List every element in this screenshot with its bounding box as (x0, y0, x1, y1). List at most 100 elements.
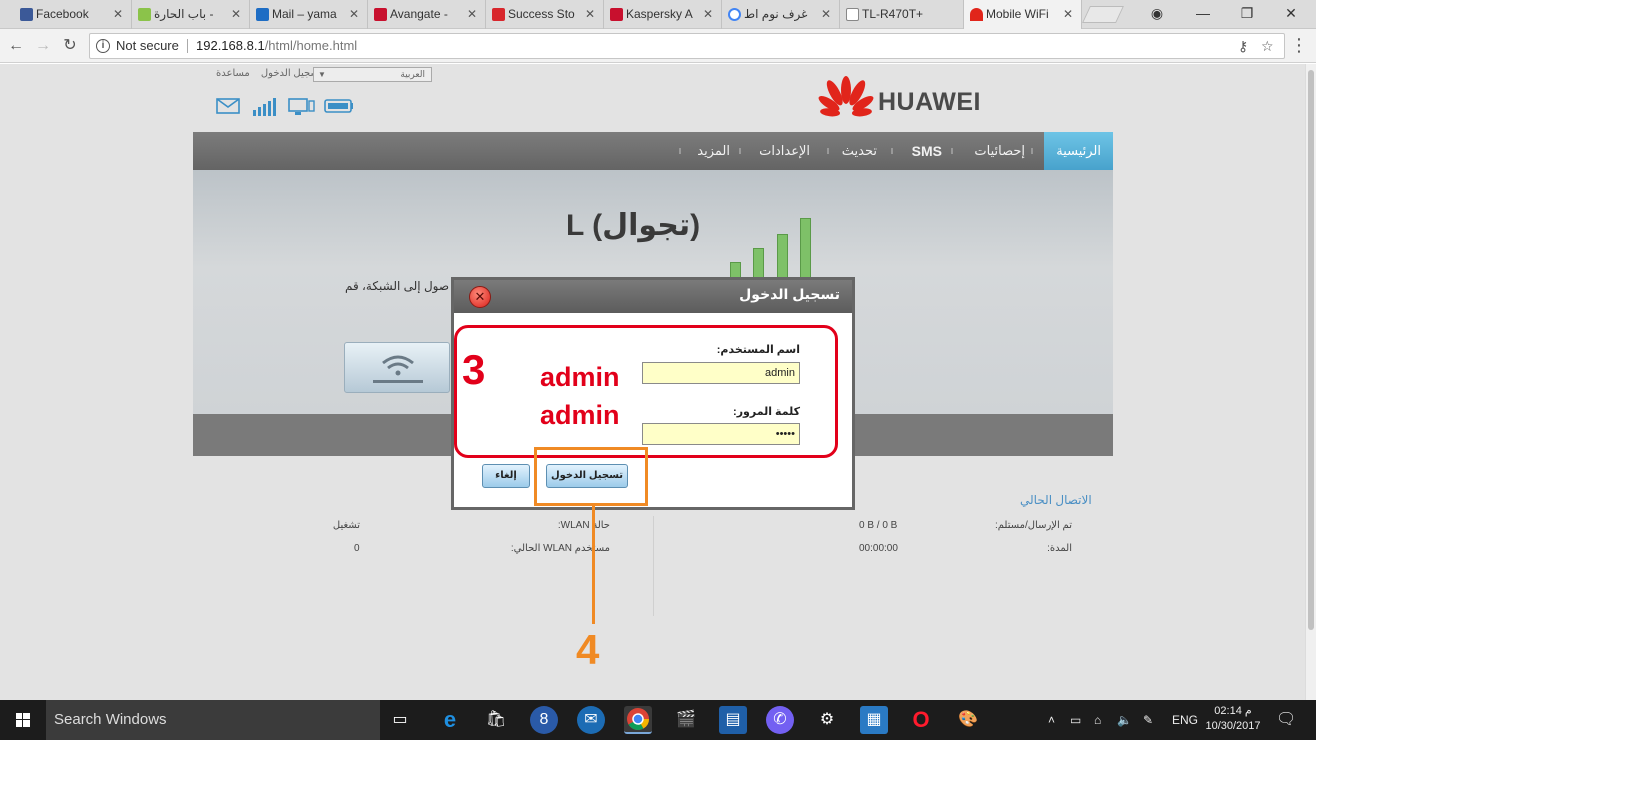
security-label[interactable]: Not secure (116, 34, 179, 58)
nav-divider (1031, 148, 1033, 154)
close-icon[interactable]: ✕ (469, 286, 491, 308)
key-icon[interactable]: ⚷ (1238, 34, 1248, 58)
forward-button[interactable]: → (32, 35, 54, 57)
facebook-icon (20, 8, 33, 21)
close-tab-icon[interactable]: ✕ (467, 0, 477, 29)
profile-icon[interactable]: ◉ (1134, 0, 1180, 29)
nav-home[interactable]: الرئيسية (1044, 132, 1113, 170)
url-text[interactable]: 192.168.8.1/html/home.html (196, 34, 357, 58)
address-bar[interactable]: i Not secure 192.168.8.1/html/home.html … (89, 33, 1285, 59)
taskbar-search[interactable]: Search Windows (46, 700, 380, 740)
opera-icon[interactable]: O (907, 706, 935, 734)
store-icon[interactable]: 🛍 (482, 706, 510, 734)
info-icon[interactable]: i (96, 39, 110, 53)
paint-icon[interactable]: 🎨 (954, 706, 982, 734)
connect-button[interactable] (344, 342, 450, 393)
close-tab-icon[interactable]: ✕ (821, 0, 831, 29)
clapper-icon[interactable]: 🎬 (672, 706, 700, 734)
thunderbird-icon[interactable]: ✉ (577, 706, 605, 734)
viber-icon[interactable]: ✆ (766, 706, 794, 734)
language-indicator[interactable]: ENG (1172, 700, 1198, 740)
tab-tl-r470t[interactable]: TL-R470T+ (840, 0, 964, 29)
cancel-button[interactable]: إلغاء (482, 464, 530, 488)
edge-icon[interactable]: e (436, 706, 464, 734)
password-hint: admin (540, 400, 620, 430)
network-tray-icon[interactable]: ▭ (1070, 700, 1081, 740)
clock-date: 10/30/2017 (1205, 720, 1261, 732)
reload-button[interactable]: ↻ (59, 35, 81, 57)
close-tab-icon[interactable]: ✕ (703, 0, 713, 29)
volume-icon[interactable]: 🔈 (1117, 700, 1132, 740)
page-icon (846, 8, 859, 21)
nav-update[interactable]: تحديث (842, 132, 877, 170)
nav-sms[interactable]: SMS (912, 132, 942, 170)
nav-statistics[interactable]: إحصائيات (974, 132, 1025, 170)
control-panel-icon[interactable]: ▦ (860, 706, 888, 734)
nav-divider (739, 148, 741, 154)
close-tab-icon[interactable]: ✕ (585, 0, 595, 29)
close-window-button[interactable]: ✕ (1268, 0, 1314, 29)
tab-google-search[interactable]: غرف نوم اط ✕ (722, 0, 840, 29)
language-select[interactable]: ▼ العربية (313, 67, 432, 82)
sms-envelope-icon[interactable] (216, 98, 240, 119)
duration-value: 00:00:00 (859, 543, 898, 554)
back-button[interactable]: ← (5, 35, 27, 57)
tab-bab-alhara[interactable]: باب الحارة - ✕ (132, 0, 250, 29)
show-hidden-icons[interactable]: ˄ (1048, 700, 1055, 740)
task-view-icon[interactable]: ▭ (386, 706, 414, 734)
nav-divider (679, 148, 681, 154)
windows-taskbar: Search Windows ▭ e 🛍 8 ✉ 🎬 ▤ ✆ ⚙ ▦ O 🎨 ˄… (0, 700, 1316, 740)
bookmark-star-icon[interactable]: ☆ (1261, 34, 1274, 58)
tab-facebook[interactable]: Facebook ✕ (14, 0, 132, 29)
pen-icon[interactable]: ✎ (1143, 700, 1153, 740)
minimize-button[interactable]: — (1180, 0, 1226, 29)
nav-divider (951, 148, 953, 154)
tab-mail[interactable]: Mail – yama ✕ (250, 0, 368, 29)
language-value: العربية (400, 69, 425, 79)
tab-avangate[interactable]: Avangate - ✕ (368, 0, 486, 29)
chrome-icon[interactable] (624, 706, 652, 734)
wlan-status-label: حالة WLAN: (557, 520, 610, 531)
current-connection-title: الاتصال الحالي (1020, 493, 1092, 507)
wlan-users-label: مستخدم WLAN الحالي: (510, 543, 610, 554)
nav-divider (827, 148, 829, 154)
action-center-icon[interactable]: 🗨 (1276, 700, 1296, 740)
windows-logo-icon (16, 713, 30, 727)
column-divider (653, 516, 654, 616)
sent-received-label: تم الإرسال/مستلم: (994, 520, 1072, 531)
huawei-icon (970, 8, 983, 21)
chrome-logo (627, 708, 649, 730)
news-app-icon[interactable]: ▤ (719, 706, 747, 734)
new-tab-button[interactable] (1082, 6, 1124, 23)
clock[interactable]: 02:14 م 10/30/2017 (1200, 704, 1266, 734)
wifi-tray-icon[interactable]: ⌂ (1094, 700, 1101, 740)
close-tab-icon[interactable]: ✕ (113, 0, 123, 29)
pointer-line (592, 506, 595, 624)
page-viewport: تسجيل الدخول مساعدة ▼ العربية HUAWEI الر… (0, 64, 1316, 700)
hero-instruction-text: صول إلى الشبكة، قم (345, 279, 450, 293)
tab-kaspersky[interactable]: Kaspersky A ✕ (604, 0, 722, 29)
scrollbar-thumb[interactable] (1308, 70, 1314, 630)
browser-toolbar: ← → ↻ i Not secure 192.168.8.1/html/home… (0, 29, 1316, 63)
close-tab-icon[interactable]: ✕ (349, 0, 359, 29)
app-8-icon[interactable]: 8 (530, 706, 558, 734)
restore-button[interactable]: ❐ (1224, 0, 1270, 29)
wlan-status-value: تشغيل (332, 520, 360, 531)
start-button[interactable] (0, 700, 46, 740)
close-tab-icon[interactable]: ✕ (1063, 0, 1073, 29)
step-3-label: 3 (462, 346, 486, 393)
nav-divider (891, 148, 893, 154)
chrome-menu-icon[interactable]: ⋮ (1290, 35, 1308, 56)
duration-label: المدة: (1047, 543, 1072, 554)
help-link[interactable]: مساعدة (216, 68, 250, 79)
connected-devices-icon (288, 98, 316, 121)
tab-mobile-wifi[interactable]: Mobile WiFi ✕ (964, 0, 1082, 30)
close-tab-icon[interactable]: ✕ (231, 0, 241, 29)
nav-more[interactable]: المزيد (697, 132, 730, 170)
username-hint: admin (540, 362, 620, 392)
nav-settings[interactable]: الإعدادات (759, 132, 810, 170)
tv-site-icon (138, 8, 151, 21)
settings-gear-icon[interactable]: ⚙ (813, 706, 841, 734)
tab-success-stories[interactable]: Success Sto ✕ (486, 0, 604, 29)
page-scrollbar[interactable] (1305, 64, 1316, 700)
